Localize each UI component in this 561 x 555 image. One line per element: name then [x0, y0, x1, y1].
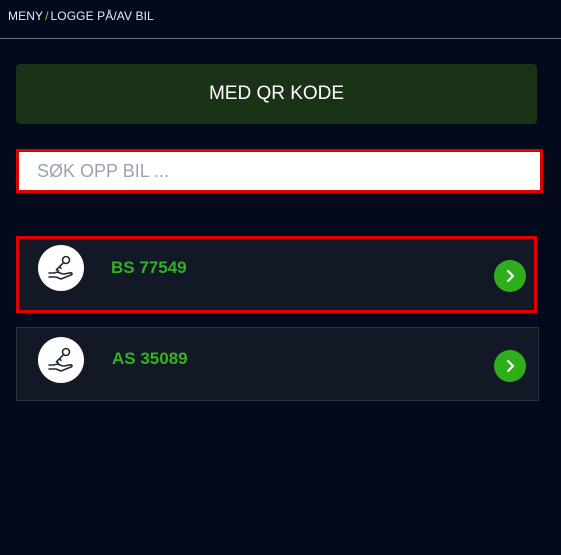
qr-code-button[interactable]: MED QR KODE	[16, 64, 537, 124]
hand-key-icon	[38, 337, 84, 383]
header-divider	[0, 38, 561, 39]
hand-key-icon	[38, 245, 84, 291]
chevron-right-icon[interactable]	[494, 260, 526, 292]
search-input[interactable]	[19, 152, 540, 190]
car-list-item[interactable]: AS 35089	[16, 327, 539, 401]
breadcrumb-current: LOGGE PÅ/AV BIL	[50, 9, 154, 23]
breadcrumb-menu-link[interactable]: MENY	[8, 9, 43, 23]
page: MENY/LOGGE PÅ/AV BIL MED QR KODE BS 7754…	[0, 0, 561, 555]
car-plate-label: BS 77549	[111, 258, 187, 277]
chevron-right-icon[interactable]	[494, 350, 526, 382]
car-list-item[interactable]: BS 77549	[16, 236, 537, 313]
breadcrumb-separator: /	[45, 9, 49, 23]
search-field	[16, 149, 543, 193]
qr-code-button-label: MED QR KODE	[208, 83, 345, 104]
breadcrumb: MENY / LOGGE PÅ/AV BIL	[8, 9, 154, 23]
car-plate-label: AS 35089	[112, 349, 188, 368]
